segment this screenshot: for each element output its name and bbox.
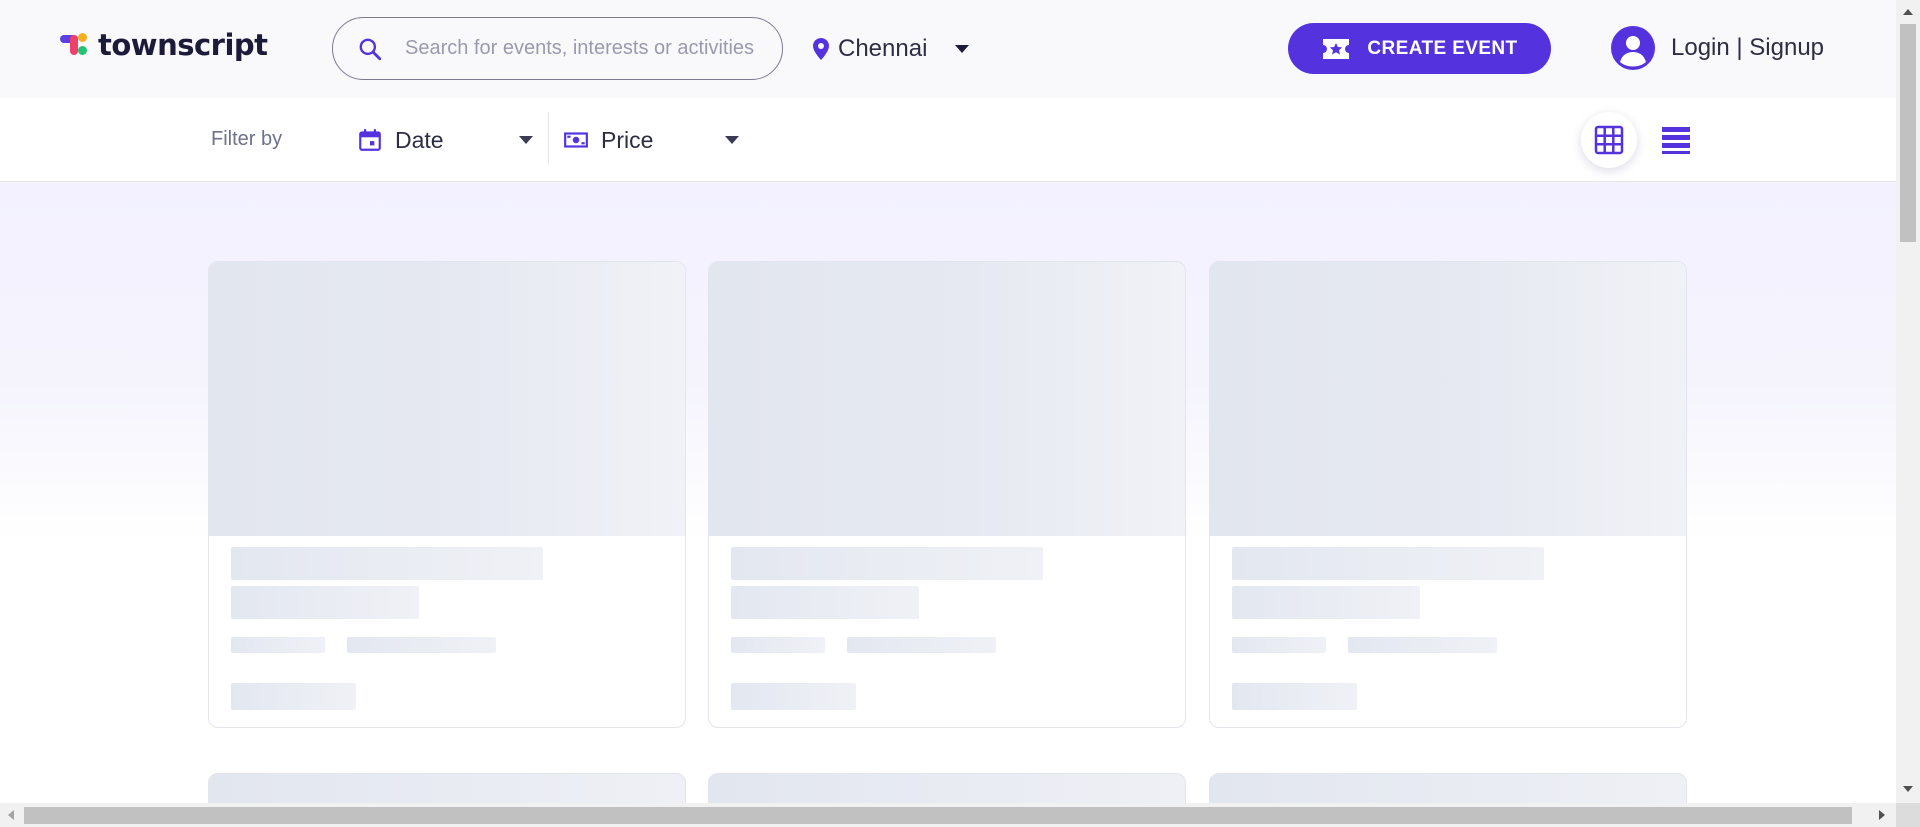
price-filter-dropdown[interactable]: Price bbox=[563, 122, 739, 158]
event-grid bbox=[0, 183, 1896, 813]
money-icon bbox=[564, 132, 588, 148]
meta-skeleton bbox=[847, 637, 996, 653]
create-event-button[interactable]: CREATE EVENT bbox=[1288, 23, 1551, 74]
event-card-skeleton bbox=[208, 261, 686, 728]
card-image-placeholder bbox=[1210, 262, 1686, 536]
meta-skeleton bbox=[347, 637, 496, 653]
title-skeleton bbox=[731, 547, 1043, 580]
create-event-label: CREATE EVENT bbox=[1367, 37, 1518, 59]
price-skeleton bbox=[731, 683, 856, 710]
calendar-icon bbox=[359, 129, 381, 151]
chevron-down-icon bbox=[519, 136, 533, 144]
ticket-star-icon bbox=[1323, 38, 1350, 59]
price-skeleton bbox=[1232, 683, 1357, 710]
search-input[interactable] bbox=[405, 37, 765, 60]
horizontal-scrollbar[interactable] bbox=[0, 803, 1896, 827]
list-view-toggle[interactable] bbox=[1648, 112, 1704, 168]
login-signup-link[interactable]: Login | Signup bbox=[1611, 26, 1824, 70]
scroll-left-arrow-icon[interactable] bbox=[8, 810, 14, 820]
search-bar[interactable] bbox=[332, 17, 783, 80]
meta-skeleton bbox=[1232, 637, 1326, 653]
vertical-scrollbar[interactable] bbox=[1896, 0, 1920, 803]
brand-name: townscript bbox=[98, 28, 268, 62]
scroll-up-arrow-icon[interactable] bbox=[1903, 9, 1913, 15]
chevron-down-icon bbox=[955, 45, 970, 53]
login-signup-label: Login | Signup bbox=[1671, 34, 1825, 61]
grid-view-icon bbox=[1594, 125, 1624, 155]
meta-skeleton bbox=[1348, 637, 1497, 653]
subtitle-skeleton bbox=[1232, 586, 1420, 619]
top-header: townscript Chennai CREATE EVENT Login | … bbox=[0, 0, 1896, 98]
location-name: Chennai bbox=[838, 35, 928, 62]
townscript-logo[interactable]: townscript bbox=[60, 28, 268, 62]
card-image-placeholder bbox=[209, 262, 685, 536]
subtitle-skeleton bbox=[731, 586, 919, 619]
meta-skeleton bbox=[731, 637, 825, 653]
scroll-right-arrow-icon[interactable] bbox=[1879, 810, 1885, 820]
location-selector[interactable]: Chennai bbox=[812, 32, 970, 66]
meta-skeleton bbox=[231, 637, 325, 653]
event-card-skeleton bbox=[1209, 261, 1687, 728]
list-view-icon bbox=[1662, 127, 1690, 154]
vertical-scroll-thumb[interactable] bbox=[1900, 24, 1916, 242]
search-icon bbox=[359, 38, 382, 60]
title-skeleton bbox=[1232, 547, 1544, 580]
price-filter-label: Price bbox=[601, 126, 654, 153]
user-avatar-icon bbox=[1611, 26, 1655, 70]
date-filter-dropdown[interactable]: Date bbox=[357, 122, 533, 158]
card-image-placeholder bbox=[709, 262, 1185, 536]
location-pin-icon bbox=[813, 38, 829, 60]
subtitle-skeleton bbox=[231, 586, 419, 619]
date-filter-label: Date bbox=[395, 126, 444, 153]
chevron-down-icon bbox=[725, 136, 739, 144]
filter-by-label: Filter by bbox=[211, 128, 283, 150]
filter-divider bbox=[548, 112, 549, 164]
horizontal-scroll-thumb[interactable] bbox=[24, 807, 1852, 824]
title-skeleton bbox=[231, 547, 543, 580]
price-skeleton bbox=[231, 683, 356, 710]
event-card-skeleton bbox=[708, 261, 1186, 728]
scroll-down-arrow-icon[interactable] bbox=[1903, 786, 1913, 792]
grid-view-toggle[interactable] bbox=[1581, 112, 1637, 168]
scrollbar-corner bbox=[1896, 803, 1920, 827]
townscript-logo-mark bbox=[60, 30, 88, 60]
